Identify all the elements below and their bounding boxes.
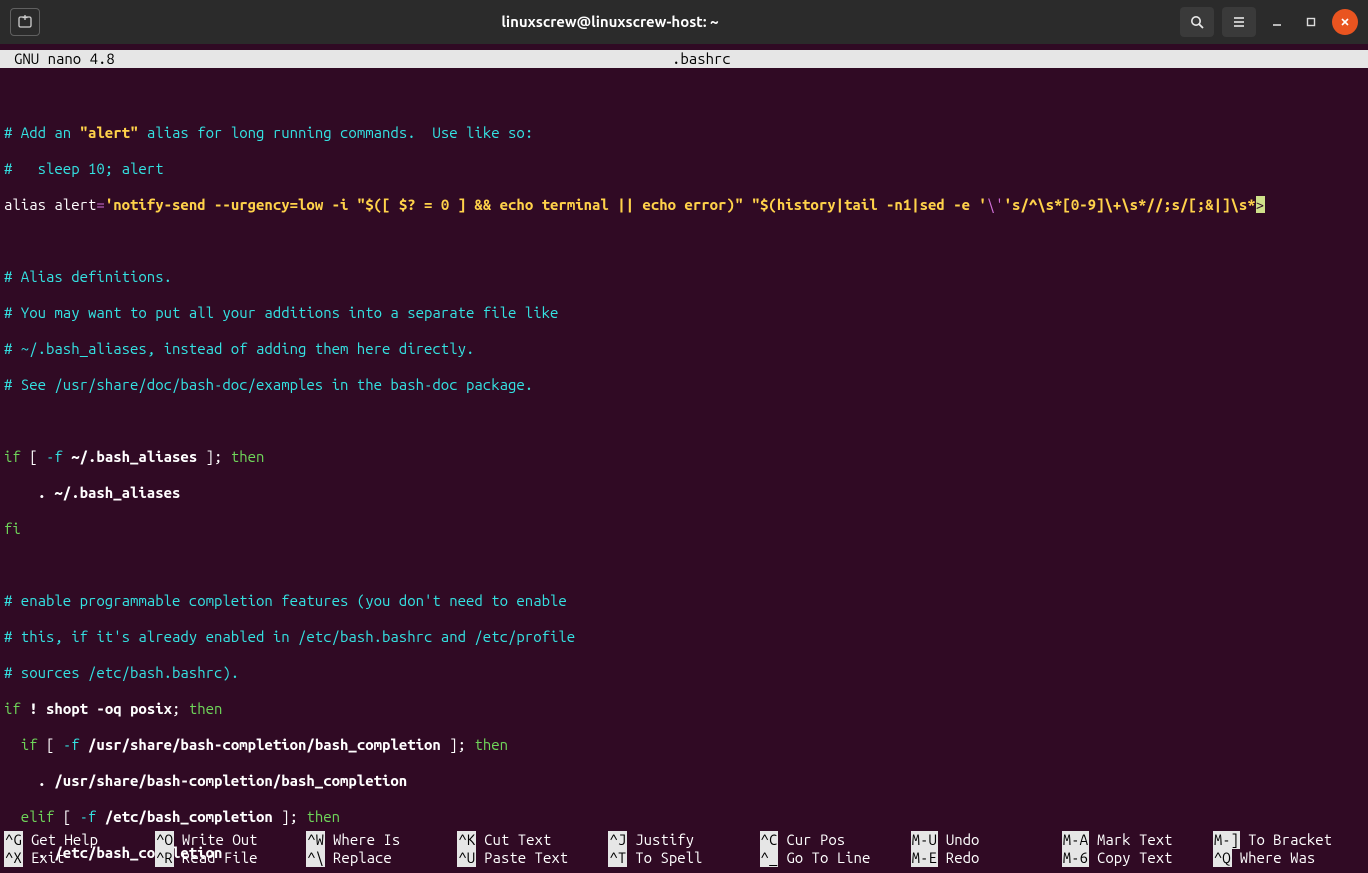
nano-shortcut-bar: ^G Get Help ^O Write Out ^W Where Is ^K Cut Tex… (4, 831, 1364, 867)
shortcut-label: Paste Text (484, 849, 568, 867)
shortcut-label: Cut Text (484, 831, 551, 849)
shortcut-key: M-] (1213, 831, 1240, 849)
shortcut-item[interactable]: ^_ Go To Line (760, 849, 911, 867)
shortcut-key: ^W (306, 831, 325, 849)
line-continuation-marker: > (1256, 196, 1265, 213)
shortcut-key: ^T (608, 849, 627, 867)
terminal-tab-icon (17, 14, 33, 30)
shortcut-item[interactable]: ^U Paste Text (457, 849, 608, 867)
shortcut-item[interactable]: M-] To Bracket (1213, 831, 1364, 849)
maximize-icon (1305, 16, 1317, 28)
shortcut-label: To Bracket (1248, 831, 1332, 849)
shortcut-item[interactable]: M-6 Copy Text (1062, 849, 1213, 867)
search-icon (1189, 14, 1205, 30)
shortcut-label: Replace (333, 849, 392, 867)
shortcut-label: Copy Text (1097, 849, 1173, 867)
shortcut-item[interactable]: ^W Where Is (306, 831, 457, 849)
menu-button[interactable] (1222, 7, 1256, 37)
shortcut-key: M-A (1062, 831, 1089, 849)
shortcut-label: Cur Pos (786, 831, 845, 849)
shortcut-item[interactable]: ^T To Spell (608, 849, 759, 867)
nano-header-bar: GNU nano 4.8 .bashrc (0, 50, 1368, 68)
shortcut-key: ^_ (760, 849, 779, 867)
shortcut-key: M-U (911, 831, 938, 849)
code-text: # Add an (4, 124, 80, 141)
shortcut-label: Where Was (1240, 849, 1316, 867)
shortcut-key: ^C (760, 831, 779, 849)
shortcut-item[interactable]: ^O Write Out (155, 831, 306, 849)
nano-filename: .bashrc (115, 50, 1288, 68)
search-button[interactable] (1180, 7, 1214, 37)
shortcut-key: ^K (457, 831, 476, 849)
shortcut-key: ^Q (1213, 849, 1232, 867)
shortcut-item[interactable]: M-A Mark Text (1062, 831, 1213, 849)
shortcut-item[interactable]: ^J Justify (608, 831, 759, 849)
shortcut-item[interactable]: ^C Cur Pos (760, 831, 911, 849)
shortcut-item[interactable]: M-U Undo (911, 831, 1062, 849)
shortcut-label: Write Out (182, 831, 258, 849)
shortcut-item[interactable]: ^X Exit (4, 849, 155, 867)
shortcut-label: Justify (635, 831, 694, 849)
shortcut-label: Get Help (31, 831, 98, 849)
shortcut-label: Mark Text (1097, 831, 1173, 849)
shortcut-label: Where Is (333, 831, 400, 849)
editor-content[interactable]: # Add an "alert" alias for long running … (0, 68, 1368, 873)
shortcut-item[interactable]: M-E Redo (911, 849, 1062, 867)
shortcut-key: ^X (4, 849, 23, 867)
shortcut-key: ^G (4, 831, 23, 849)
new-tab-button[interactable] (10, 8, 40, 36)
shortcut-label: Go To Line (786, 849, 870, 867)
minimize-button[interactable] (1264, 9, 1290, 35)
shortcut-key: ^J (608, 831, 627, 849)
shortcut-label: Undo (946, 831, 980, 849)
shortcut-key: ^R (155, 849, 174, 867)
maximize-button[interactable] (1298, 9, 1324, 35)
shortcut-label: Exit (31, 849, 65, 867)
shortcut-key: ^\ (306, 849, 325, 867)
shortcut-item[interactable]: ^K Cut Text (457, 831, 608, 849)
shortcut-key: M-E (911, 849, 938, 867)
shortcut-key: M-6 (1062, 849, 1089, 867)
minimize-icon (1271, 16, 1283, 28)
shortcut-label: To Spell (635, 849, 702, 867)
window-titlebar: linuxscrew@linuxscrew-host: ~ (0, 0, 1368, 44)
hamburger-icon (1231, 14, 1247, 30)
shortcut-item[interactable]: ^R Read File (155, 849, 306, 867)
shortcut-item[interactable]: ^G Get Help (4, 831, 155, 849)
shortcut-item[interactable]: ^\ Replace (306, 849, 457, 867)
shortcut-key: ^U (457, 849, 476, 867)
window-title: linuxscrew@linuxscrew-host: ~ (40, 13, 1180, 31)
shortcut-key: ^O (155, 831, 174, 849)
nano-app-version: GNU nano 4.8 (0, 50, 115, 68)
shortcut-label: Read File (182, 849, 258, 867)
close-button[interactable] (1332, 9, 1358, 35)
close-icon (1339, 16, 1351, 28)
shortcut-item[interactable]: ^Q Where Was (1213, 849, 1364, 867)
shortcut-label: Redo (946, 849, 980, 867)
